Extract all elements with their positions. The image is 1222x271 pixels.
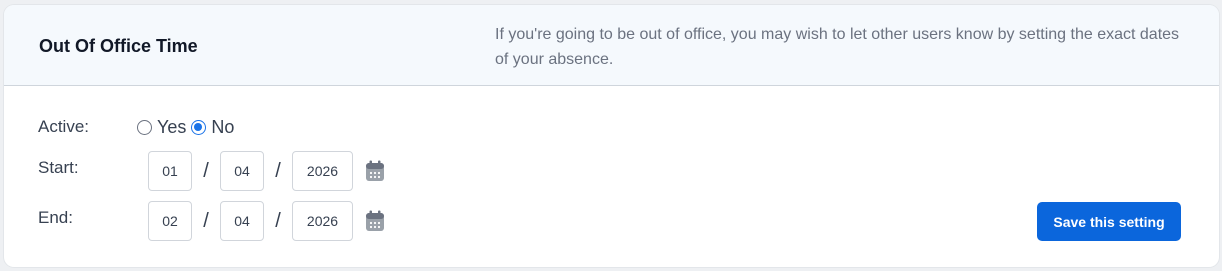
calendar-icon[interactable] <box>365 160 385 182</box>
start-label: Start: <box>38 158 79 177</box>
date-separator: / <box>203 209 209 232</box>
active-radio-group: Yes No <box>137 117 239 138</box>
active-yes-label: Yes <box>157 117 187 137</box>
active-no-label: No <box>211 117 235 137</box>
start-date-row: 01 / 04 / 2026 <box>148 151 385 191</box>
end-day-field[interactable]: 02 <box>148 201 192 241</box>
active-no-radio[interactable] <box>191 120 207 135</box>
active-yes-radio[interactable] <box>137 120 152 135</box>
end-label: End: <box>38 208 73 227</box>
section-title: Out Of Office Time <box>39 36 198 56</box>
active-yes-option[interactable]: Yes <box>137 117 186 138</box>
calendar-icon[interactable] <box>365 210 385 232</box>
active-no-option[interactable]: No <box>191 117 234 138</box>
date-separator: / <box>275 209 281 232</box>
date-separator: / <box>275 159 281 182</box>
end-date-row: 02 / 04 / 2026 <box>148 201 385 241</box>
end-month-field[interactable]: 04 <box>220 201 264 241</box>
active-label: Active: <box>38 117 90 136</box>
start-month-field[interactable]: 04 <box>220 151 264 191</box>
save-setting-button[interactable]: Save this setting <box>1037 202 1181 241</box>
date-separator: / <box>203 159 209 182</box>
start-day-field[interactable]: 01 <box>148 151 192 191</box>
card-header: Out Of Office Time If you're going to be… <box>4 5 1219 86</box>
start-year-field[interactable]: 2026 <box>292 151 353 191</box>
out-of-office-card: Out Of Office Time If you're going to be… <box>4 5 1219 267</box>
end-year-field[interactable]: 2026 <box>292 201 353 241</box>
section-description: If you're going to be out of office, you… <box>495 26 1180 68</box>
